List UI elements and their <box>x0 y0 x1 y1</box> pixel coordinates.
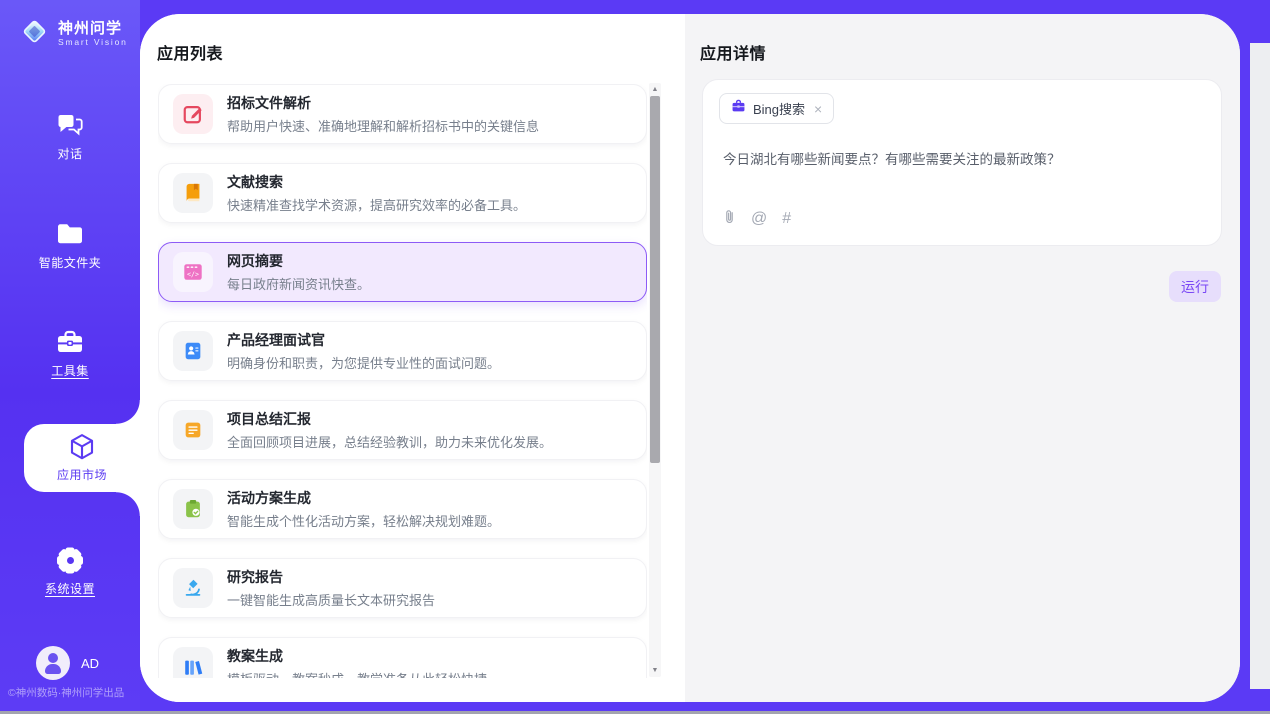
notepad-icon <box>173 410 213 450</box>
app-card-title: 网页摘要 <box>227 251 370 271</box>
sidebar-item-label: 智能文件夹 <box>39 254 102 271</box>
briefcase-icon <box>731 99 746 118</box>
app-card-title: 研究报告 <box>227 567 435 587</box>
app-card-desc: 每日政府新闻资讯快查。 <box>227 274 370 293</box>
mention-icon[interactable]: @ <box>751 211 767 227</box>
list-scrollbar[interactable]: ▲ ▼ <box>649 83 661 677</box>
gear-icon <box>56 546 84 574</box>
app-card-title: 活动方案生成 <box>227 488 500 508</box>
interviewer-icon <box>173 331 213 371</box>
hashtag-icon[interactable]: # <box>782 211 791 227</box>
app-card-bid-parse[interactable]: 招标文件解析 帮助用户快速、准确地理解和解析招标书中的关键信息 <box>158 84 647 144</box>
app-list-panel: 应用列表 招标文件解析 帮助用户快速、准确地理解和解析招标书中的关键信息 <box>140 14 685 702</box>
books-icon <box>173 647 213 678</box>
browser-code-icon: </> <box>173 252 213 292</box>
sidebar-footer: ©神州数码·神州问学出品 <box>8 685 124 700</box>
scrollbar-thumb[interactable] <box>650 96 660 463</box>
sidebar-item-label: 应用市场 <box>57 466 107 483</box>
app-detail-title: 应用详情 <box>700 40 766 64</box>
app-card-title: 产品经理面试官 <box>227 330 500 350</box>
app-card-project-summary[interactable]: 项目总结汇报 全面回顾项目进展，总结经验教训，助力未来优化发展。 <box>158 400 647 460</box>
app-detail-panel: 应用详情 Bing搜索 × 今日湖北有哪些新闻要点？有哪些需要关注的最新政策？ <box>685 14 1240 702</box>
avatar[interactable] <box>36 646 70 680</box>
app-card-research-report[interactable]: 研究报告 一键智能生成高质量长文本研究报告 <box>158 558 647 618</box>
paperclip-icon[interactable] <box>723 208 736 230</box>
folder-icon <box>56 220 84 248</box>
brand-subtitle: Smart Vision <box>58 38 128 48</box>
sidebar-item-toolset[interactable]: 工具集 <box>0 328 140 379</box>
app-card-desc: 全面回顾项目进展，总结经验教训，助力未来优化发展。 <box>227 432 552 451</box>
sidebar-item-app-market[interactable]: 应用市场 <box>24 424 140 492</box>
app-card-pm-interviewer[interactable]: 产品经理面试官 明确身份和职责，为您提供专业性的面试问题。 <box>158 321 647 381</box>
tool-chip-bing-search[interactable]: Bing搜索 × <box>719 93 834 124</box>
prompt-card[interactable]: Bing搜索 × 今日湖北有哪些新闻要点？有哪些需要关注的最新政策？ @ # <box>702 79 1222 246</box>
cube-icon <box>67 433 97 461</box>
sidebar-item-chat[interactable]: 对话 <box>0 111 140 162</box>
app-card-desc: 快速精准查找学术资源，提高研究效率的必备工具。 <box>227 195 526 214</box>
run-button[interactable]: 运行 <box>1169 271 1221 302</box>
app-card-lesson-plan[interactable]: 教案生成 模板驱动，教案秒成，教学准备从此轻松快捷 <box>158 637 647 678</box>
svg-text:</>: </> <box>187 271 199 279</box>
app-card-title: 教案生成 <box>227 646 487 666</box>
sidebar: 神州问学 Smart Vision 对话 智能文件夹 <box>0 0 140 711</box>
scroll-up-icon[interactable]: ▲ <box>649 86 661 93</box>
sidebar-item-label: 系统设置 <box>45 580 95 597</box>
clipboard-check-icon <box>173 489 213 529</box>
app-card-webpage-summary[interactable]: </> 网页摘要 每日政府新闻资讯快查。 <box>158 242 647 302</box>
scroll-down-icon[interactable]: ▼ <box>649 667 661 674</box>
brand-gem-icon <box>18 15 51 53</box>
app-card-title: 招标文件解析 <box>227 93 539 113</box>
app-card-event-plan[interactable]: 活动方案生成 智能生成个性化活动方案，轻松解决规划难题。 <box>158 479 647 539</box>
app-card-title: 文献搜索 <box>227 172 526 192</box>
toolbox-icon <box>56 328 84 356</box>
main-content: 应用列表 招标文件解析 帮助用户快速、准确地理解和解析招标书中的关键信息 <box>140 14 1240 702</box>
app-list-title: 应用列表 <box>157 40 223 64</box>
close-icon[interactable]: × <box>814 102 822 116</box>
sidebar-item-settings[interactable]: 系统设置 <box>0 546 140 597</box>
app-card-desc: 智能生成个性化活动方案，轻松解决规划难题。 <box>227 511 500 530</box>
sidebar-item-label: 工具集 <box>51 362 89 379</box>
prompt-text[interactable]: 今日湖北有哪些新闻要点？有哪些需要关注的最新政策？ <box>723 148 1203 168</box>
sidebar-item-label: 对话 <box>57 145 82 162</box>
chat-icon <box>56 111 85 139</box>
app-card-title: 项目总结汇报 <box>227 409 552 429</box>
app-card-desc: 模板驱动，教案秒成，教学准备从此轻松快捷 <box>227 669 487 678</box>
user-row: AD <box>36 646 99 680</box>
app-card-desc: 一键智能生成高质量长文本研究报告 <box>227 590 435 609</box>
microscope-icon <box>173 568 213 608</box>
user-label: AD <box>81 656 99 671</box>
window-right-gutter <box>1250 43 1270 689</box>
attachment-toolbar: @ # <box>723 208 791 230</box>
pencil-square-icon <box>173 94 213 134</box>
app-card-literature-search[interactable]: 文献搜索 快速精准查找学术资源，提高研究效率的必备工具。 <box>158 163 647 223</box>
book-icon <box>173 173 213 213</box>
app-card-list: 招标文件解析 帮助用户快速、准确地理解和解析招标书中的关键信息 文献搜索 快速精… <box>158 84 647 678</box>
brand-name: 神州问学 <box>58 20 128 37</box>
tool-chip-label: Bing搜索 <box>753 99 805 118</box>
app-card-desc: 明确身份和职责，为您提供专业性的面试问题。 <box>227 353 500 372</box>
app-card-desc: 帮助用户快速、准确地理解和解析招标书中的关键信息 <box>227 116 539 135</box>
sidebar-item-smart-folder[interactable]: 智能文件夹 <box>0 220 140 271</box>
brand-logo: 神州问学 Smart Vision <box>18 15 128 53</box>
